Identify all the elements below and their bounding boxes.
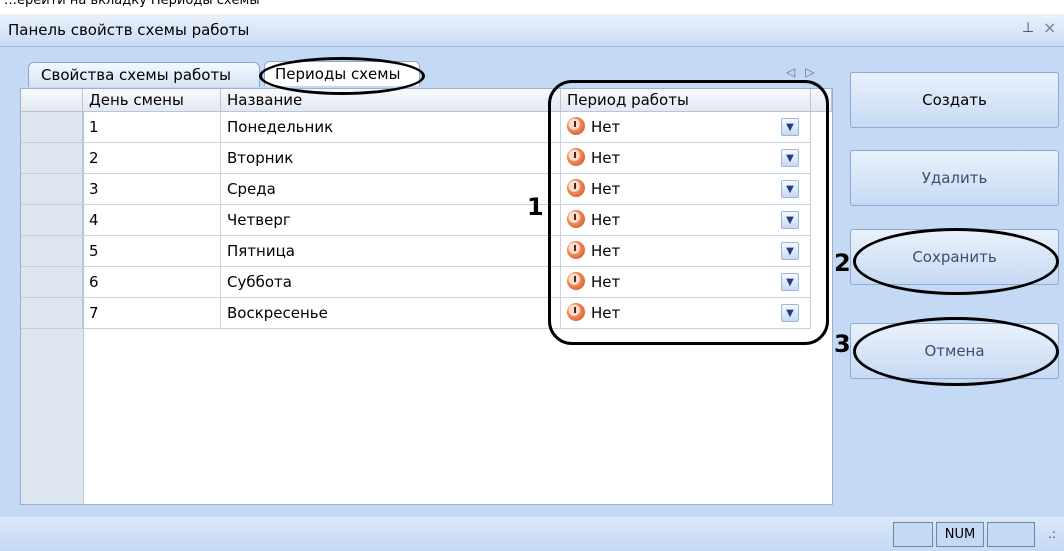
cell-name[interactable]: Среда — [221, 174, 561, 205]
corner-header — [21, 89, 83, 112]
annotation-label-2: 2 — [834, 249, 851, 277]
close-icon[interactable]: × — [1043, 18, 1056, 37]
row-selector[interactable] — [21, 298, 83, 329]
clock-icon — [567, 241, 585, 259]
table-row[interactable]: 3 Среда Нет ▼ — [21, 174, 832, 205]
annotation-label-3: 3 — [834, 330, 851, 358]
clock-icon — [567, 117, 585, 135]
cell-name[interactable]: Суббота — [221, 267, 561, 298]
cell-day[interactable]: 5 — [83, 236, 221, 267]
cell-period-dropdown[interactable]: Нет ▼ — [561, 112, 811, 143]
chevron-down-icon[interactable]: ▼ — [781, 273, 799, 291]
tab-scheme-properties[interactable]: Свойства схемы работы — [28, 62, 260, 87]
annotation-label-1: 1 — [527, 193, 544, 221]
period-value: Нет — [591, 180, 621, 198]
cell-name[interactable]: Воскресенье — [221, 298, 561, 329]
period-value: Нет — [591, 149, 621, 167]
column-header-filler — [811, 89, 832, 112]
period-value: Нет — [591, 304, 621, 322]
table-row[interactable]: 2 Вторник Нет ▼ — [21, 143, 832, 174]
chevron-down-icon[interactable]: ▼ — [781, 211, 799, 229]
cell-day[interactable]: 6 — [83, 267, 221, 298]
table-row[interactable]: 5 Пятница Нет ▼ — [21, 236, 832, 267]
caption-text: …ерейти на вкладку Периоды схемы — [4, 0, 260, 8]
row-selector[interactable] — [21, 112, 83, 143]
chevron-down-icon[interactable]: ▼ — [781, 149, 799, 167]
cell-name[interactable]: Понедельник — [221, 112, 561, 143]
cell-day[interactable]: 2 — [83, 143, 221, 174]
chevron-down-icon[interactable]: ▼ — [781, 242, 799, 260]
save-button[interactable]: Сохранить — [850, 229, 1059, 285]
table-row[interactable]: 7 Воскресенье Нет ▼ — [21, 298, 832, 329]
clock-icon — [567, 179, 585, 197]
tab-scheme-periods[interactable]: Периоды схемы — [264, 61, 420, 86]
cell-period-dropdown[interactable]: Нет ▼ — [561, 143, 811, 174]
cell-name[interactable]: Четверг — [221, 205, 561, 236]
cell-period-dropdown[interactable]: Нет ▼ — [561, 267, 811, 298]
chevron-down-icon[interactable]: ▼ — [781, 118, 799, 136]
cell-name[interactable]: Пятница — [221, 236, 561, 267]
row-selector[interactable] — [21, 174, 83, 205]
tab-scroll-left-icon[interactable]: ◁ — [786, 65, 805, 79]
periods-grid: День смены Название Период работы 1 Поне… — [20, 88, 833, 505]
tab-scroll-right-icon[interactable]: ▷ — [805, 65, 824, 79]
table-row[interactable]: 6 Суббота Нет ▼ — [21, 267, 832, 298]
table-row[interactable]: 1 Понедельник Нет ▼ — [21, 112, 832, 143]
create-button[interactable]: Создать — [850, 72, 1059, 128]
cell-period-dropdown[interactable]: Нет ▼ — [561, 174, 811, 205]
status-panel-caps — [893, 522, 933, 547]
clock-icon — [567, 272, 585, 290]
row-selector[interactable] — [21, 267, 83, 298]
delete-button[interactable]: Удалить — [850, 150, 1059, 206]
period-value: Нет — [591, 118, 621, 136]
column-header-day[interactable]: День смены — [83, 89, 221, 112]
row-selector[interactable] — [21, 236, 83, 267]
column-header-name[interactable]: Название — [221, 89, 561, 112]
status-panel-num: NUM — [936, 522, 984, 547]
cell-period-dropdown[interactable]: Нет ▼ — [561, 205, 811, 236]
cell-day[interactable]: 7 — [83, 298, 221, 329]
window-title: Панель свойств схемы работы — [8, 21, 250, 39]
chevron-down-icon[interactable]: ▼ — [781, 180, 799, 198]
clock-icon — [567, 148, 585, 166]
period-value: Нет — [591, 242, 621, 260]
period-value: Нет — [591, 273, 621, 291]
window-titlebar: Панель свойств схемы работы ⊥ × — [0, 14, 1064, 47]
column-header-period[interactable]: Период работы — [561, 89, 811, 112]
cell-period-dropdown[interactable]: Нет ▼ — [561, 236, 811, 267]
resize-grip-icon[interactable]: .: — [1048, 527, 1056, 541]
period-value: Нет — [591, 211, 621, 229]
table-row[interactable]: 4 Четверг Нет ▼ — [21, 205, 832, 236]
cell-day[interactable]: 1 — [83, 112, 221, 143]
cell-period-dropdown[interactable]: Нет ▼ — [561, 298, 811, 329]
cell-day[interactable]: 3 — [83, 174, 221, 205]
status-panel-scroll — [987, 522, 1035, 547]
row-selector[interactable] — [21, 205, 83, 236]
pin-icon[interactable]: ⊥ — [1022, 20, 1034, 36]
chevron-down-icon[interactable]: ▼ — [781, 304, 799, 322]
row-selector[interactable] — [21, 143, 83, 174]
cancel-button[interactable]: Отмена — [850, 323, 1059, 379]
top-caption-strip: …ерейти на вкладку Периоды схемы — [0, 0, 1064, 14]
tab-scroll-arrows[interactable]: ◁▷ — [786, 65, 824, 79]
cell-name[interactable]: Вторник — [221, 143, 561, 174]
clock-icon — [567, 210, 585, 228]
clock-icon — [567, 303, 585, 321]
cell-day[interactable]: 4 — [83, 205, 221, 236]
